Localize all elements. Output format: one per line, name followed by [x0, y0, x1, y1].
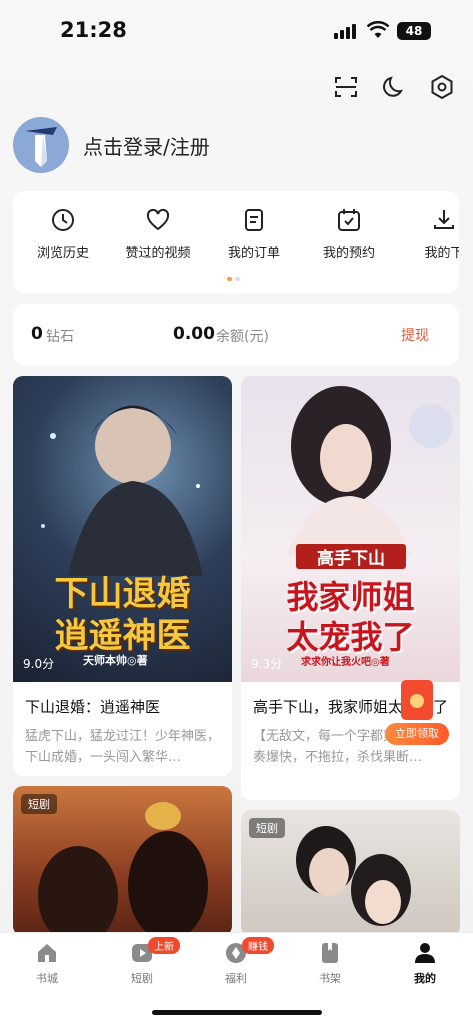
quick-action-liked-videos[interactable]: 赞过的视频	[110, 207, 206, 261]
battery-icon: 48	[397, 22, 431, 40]
settings-icon[interactable]	[429, 74, 455, 100]
calendar-check-icon	[338, 209, 360, 231]
download-icon	[434, 210, 454, 229]
bottom-tab-bar: 书城 短剧 上新 福利 赚钱 书架 我的	[0, 932, 473, 1024]
tab-mine[interactable]: 我的	[385, 941, 465, 986]
claim-now-button[interactable]: 立即领取	[385, 723, 449, 745]
diamonds-unit: 钻石	[46, 329, 74, 345]
home-icon	[38, 944, 56, 962]
cover-title-line2: 太宠我了	[286, 618, 415, 656]
book-score: 9.3分	[251, 657, 283, 671]
home-indicator	[152, 1010, 322, 1015]
user-row[interactable]: 点击登录/注册	[13, 117, 210, 173]
book-description: 猛虎下山，猛龙过江！少年神医，下山成婚，一头闯入繁华…	[25, 729, 221, 765]
drama-card[interactable]: 短剧	[13, 786, 232, 936]
tab-bookstore[interactable]: 书城	[7, 941, 87, 986]
withdraw-button[interactable]: 提现	[401, 325, 429, 345]
cover-author: 天师本帅◎著	[83, 654, 148, 667]
avatar[interactable]	[13, 117, 69, 173]
page-indicator	[227, 277, 240, 281]
drama-cover[interactable]: 短剧	[241, 810, 460, 936]
book-title[interactable]: 下山退婚：逍遥神医	[25, 696, 220, 718]
tab-label: 书架	[319, 972, 341, 985]
red-envelope-widget[interactable]: 立即领取	[384, 680, 450, 746]
cover-author: 求求你让我火吧◎著	[301, 657, 390, 668]
diamonds-value: 0	[31, 324, 43, 344]
book-score: 9.0分	[23, 657, 55, 671]
quick-action-label: 我的预约	[322, 246, 375, 261]
new-badge: 上新	[148, 937, 180, 954]
default-avatar-icon	[25, 127, 57, 167]
wifi-icon	[367, 21, 389, 38]
book-cover[interactable]: 高手下山 我家师姐 太宠我了 求求你让我火吧◎著 9.3分	[241, 376, 460, 682]
tab-welfare[interactable]: 福利 赚钱	[196, 937, 276, 986]
book-card[interactable]: 下山退婚 逍遥神医 天师本帅◎著 9.0分 下山退婚：逍遥神医 猛虎下山，猛龙过…	[13, 376, 232, 776]
moon-icon[interactable]	[381, 74, 407, 100]
quick-action-orders[interactable]: 我的订单	[206, 207, 302, 261]
drama-cover[interactable]: 短剧	[13, 786, 232, 936]
balance-unit: 余额(元)	[216, 329, 269, 345]
clock-icon	[52, 209, 74, 231]
quick-action-label: 赞过的视频	[125, 246, 191, 261]
quick-action-label: 浏览历史	[36, 246, 89, 261]
bookmark-icon	[322, 943, 338, 963]
balance-value: 0.00	[173, 324, 215, 344]
earn-badge: 赚钱	[242, 937, 274, 954]
red-envelope-icon	[401, 680, 433, 720]
quick-action-label: 我的订单	[227, 246, 280, 261]
signal-icon	[334, 23, 360, 39]
tab-label: 我的	[414, 972, 436, 985]
status-time: 21:28	[60, 18, 127, 42]
quick-action-label: 我的下	[424, 246, 459, 261]
person-icon	[415, 943, 435, 963]
quick-action-downloads[interactable]: 我的下	[396, 207, 459, 261]
cover-subtitle: 高手下山	[296, 544, 406, 569]
wallet-card: 0 钻石 0.00 余额(元) 提现	[13, 304, 459, 366]
drama-card[interactable]: 短剧	[241, 810, 460, 936]
tab-label: 福利	[225, 972, 247, 985]
short-drama-tag: 短剧	[249, 818, 285, 838]
login-register-link[interactable]: 点击登录/注册	[83, 131, 210, 160]
header-actions	[333, 74, 455, 100]
quick-action-history[interactable]: 浏览历史	[15, 207, 111, 261]
heart-icon	[146, 208, 170, 231]
short-drama-tag: 短剧	[21, 794, 57, 814]
tab-label: 书城	[36, 972, 58, 985]
order-icon	[245, 209, 263, 231]
tab-bookshelf[interactable]: 书架	[290, 941, 370, 986]
scan-icon[interactable]	[333, 74, 359, 100]
book-cover[interactable]: 下山退婚 逍遥神医 天师本帅◎著 9.0分	[13, 376, 232, 682]
status-bar: 21:28 48	[0, 0, 473, 60]
tab-short-drama[interactable]: 短剧 上新	[102, 937, 182, 986]
cover-title-line2: 逍遥神医	[54, 616, 191, 656]
quick-actions-card: 浏览历史 赞过的视频 我的订单 我的预约 我的下	[13, 191, 459, 293]
quick-action-reservations[interactable]: 我的预约	[301, 207, 397, 261]
tab-label: 短剧	[131, 972, 153, 985]
